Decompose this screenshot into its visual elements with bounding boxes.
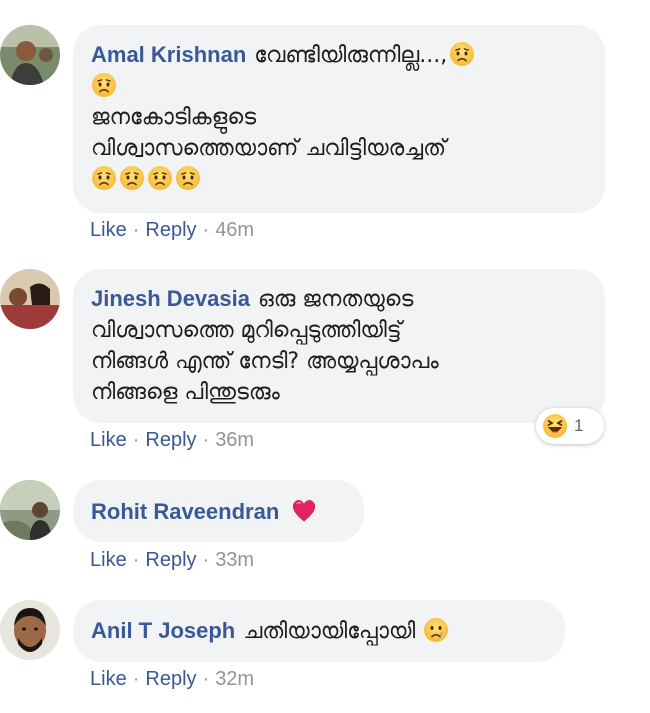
avatar[interactable] [0,269,60,329]
comment-timestamp[interactable]: 33m [215,549,254,571]
comment-actions: Like · Reply · 36m [90,429,254,452]
reaction-summary[interactable]: 1 [536,408,604,444]
comment-text: വിശ്വാസത്തെയാണ് ചവിട്ടിയരച്ചത് [91,136,447,161]
sad-emoji-icon [449,41,475,67]
comment-author[interactable]: Jinesh Devasia [91,286,250,311]
avatar[interactable] [0,25,60,85]
comment-bubble: Rohit Raveendran [73,480,364,542]
comment-actions: Like · Reply · 46m [90,219,254,242]
comment-bubble: Jinesh Devasia ഒരു ജനതയുടെ വിശ്വാസത്തെ മു… [73,269,605,423]
comment-bubble: Amal Krishnan വേണ്ടിയിരുന്നില്ല..., ജനകോട… [73,25,605,213]
comment-text: ജനകോടികളുടെ [91,105,257,130]
comment-actions: Like · Reply · 32m [90,668,254,691]
like-link[interactable]: Like [90,219,127,241]
crying-emoji-icon [423,617,449,643]
like-link[interactable]: Like [90,429,127,451]
separator-dot: · [202,219,210,241]
red-heart-icon [289,495,319,525]
separator-dot: · [132,219,140,241]
sad-emoji-icon [91,72,117,98]
sad-emoji-icon [175,165,201,191]
comment-author[interactable]: Rohit Raveendran [91,499,279,524]
comment-text: വിശ്വാസത്തെ മുറിപ്പെടുത്തിയിട്ട് [91,318,402,343]
comment-text: ചതിയായിപ്പോയി [243,619,416,644]
comment-text: നിങ്ങളെ പിന്തുടരും [91,380,280,405]
reaction-count: 1 [574,416,584,435]
avatar[interactable] [0,600,60,660]
sad-emoji-icon [147,165,173,191]
comment-timestamp[interactable]: 46m [215,219,254,241]
like-link[interactable]: Like [90,549,127,571]
haha-reaction-icon [542,413,568,439]
reply-link[interactable]: Reply [145,549,196,571]
separator-dot: · [132,668,140,690]
reply-link[interactable]: Reply [145,429,196,451]
comment-bubble: Anil T Joseph ചതിയായിപ്പോയി [73,600,565,662]
comment-author[interactable]: Amal Krishnan [91,42,246,67]
separator-dot: · [202,429,210,451]
sad-emoji-icon [119,165,145,191]
comment-author[interactable]: Anil T Joseph [91,618,235,643]
comment-text: വേണ്ടിയിരുന്നില്ല..., [254,43,448,68]
separator-dot: · [202,668,210,690]
comment-text: നിങ്ങൾ എന്ത് നേടി? അയ്യപ്പശാപം [91,349,439,374]
separator-dot: · [132,549,140,571]
avatar[interactable] [0,480,60,540]
separator-dot: · [202,549,210,571]
like-link[interactable]: Like [90,668,127,690]
separator-dot: · [132,429,140,451]
comment-text: ഒരു ജനതയുടെ [257,287,414,312]
comment-actions: Like · Reply · 33m [90,549,254,572]
sad-emoji-icon [91,165,117,191]
comment-timestamp[interactable]: 32m [215,668,254,690]
reply-link[interactable]: Reply [145,219,196,241]
comment-timestamp[interactable]: 36m [215,429,254,451]
reply-link[interactable]: Reply [145,668,196,690]
